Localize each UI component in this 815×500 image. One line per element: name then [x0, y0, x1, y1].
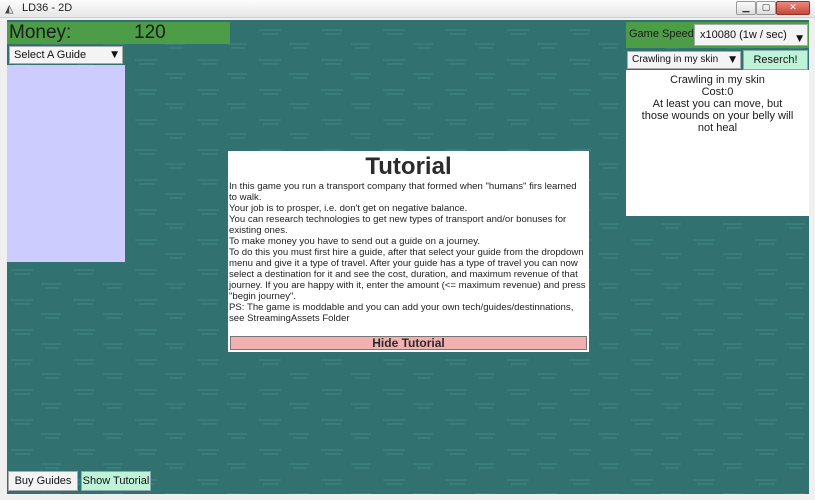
guide-list-panel: [7, 65, 125, 262]
tutorial-body: In this game you run a transport company…: [229, 181, 587, 324]
guide-select-value: Select A Guide: [14, 49, 87, 61]
tech-description: At least you can move, but those wounds …: [641, 98, 794, 134]
game-speed-value: x10080 (1w / sec): [700, 29, 787, 41]
research-button[interactable]: Reserch!: [743, 50, 808, 70]
minimize-button[interactable]: ▁: [736, 1, 756, 15]
window-titlebar: ◭ LD36 - 2D ▁ ▢ ✕: [0, 0, 815, 18]
money-label: Money:: [9, 22, 72, 43]
money-value: 120: [134, 22, 166, 43]
hide-tutorial-button[interactable]: Hide Tutorial: [230, 336, 587, 350]
game-speed-select[interactable]: x10080 (1w / sec) ▼: [694, 24, 808, 46]
tutorial-paragraph: PS: The game is moddable and you can add…: [229, 302, 574, 324]
tech-select-value: Crawling in my skin: [632, 54, 719, 65]
tutorial-paragraph: To do this you must first hire a guide, …: [229, 247, 586, 302]
show-tutorial-button[interactable]: Show Tutorial: [81, 471, 151, 491]
buy-guides-button[interactable]: Buy Guides: [8, 471, 78, 491]
guide-select[interactable]: Select A Guide ▼: [9, 46, 123, 64]
window-title: LD36 - 2D: [22, 2, 73, 14]
tech-select[interactable]: Crawling in my skin ▼: [627, 51, 741, 69]
tutorial-paragraph: Your job is to prosper, i.e. don't get o…: [229, 203, 468, 214]
chevron-down-icon: ▼: [729, 55, 736, 65]
game-viewport: Money: 120 Select A Guide ▼ Game Speed: …: [7, 20, 809, 494]
tutorial-panel: Tutorial In this game you run a transpor…: [228, 151, 589, 352]
tutorial-title: Tutorial: [365, 153, 452, 180]
tech-cost: Cost:0: [701, 86, 734, 98]
close-button[interactable]: ✕: [776, 1, 810, 15]
game-speed-bar: Game Speed: x10080 (1w / sec) ▼: [626, 22, 809, 48]
tech-info-panel: Crawling in my skin Cost:0 At least you …: [626, 70, 809, 216]
tutorial-paragraph: You can research technologies to get new…: [229, 214, 567, 236]
money-bar: Money: 120: [7, 22, 230, 44]
chevron-down-icon: ▼: [111, 50, 118, 60]
tutorial-paragraph: To make money you have to send out a gui…: [229, 236, 481, 247]
tutorial-paragraph: In this game you run a transport company…: [229, 181, 577, 203]
chevron-down-icon: ▼: [796, 34, 803, 44]
unity-icon: ◭: [5, 2, 14, 15]
tech-name: Crawling in my skin: [670, 74, 765, 86]
game-speed-label: Game Speed:: [629, 28, 697, 40]
maximize-button[interactable]: ▢: [756, 1, 776, 15]
